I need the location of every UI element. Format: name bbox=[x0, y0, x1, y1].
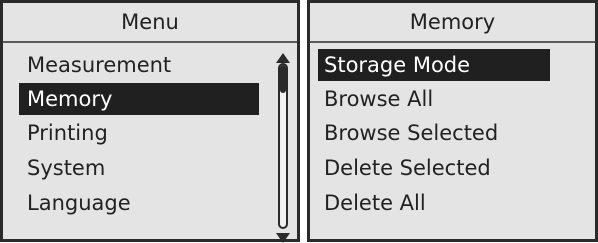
scroll-thumb[interactable] bbox=[280, 65, 286, 93]
scroll-up-arrow-icon[interactable] bbox=[276, 53, 290, 63]
menu-item-printing[interactable]: Printing bbox=[19, 117, 259, 149]
menu-item-system[interactable]: System bbox=[19, 152, 259, 184]
menu-scrollbar[interactable] bbox=[275, 53, 291, 243]
memory-item-storage-mode[interactable]: Storage Mode bbox=[318, 49, 550, 81]
menu-item-measurement[interactable]: Measurement bbox=[19, 49, 259, 81]
menu-panel: Menu Measurement Memory Printing System … bbox=[0, 0, 300, 243]
memory-item-delete-selected[interactable]: Delete Selected bbox=[318, 152, 550, 184]
menu-item-language[interactable]: Language bbox=[19, 187, 259, 219]
memory-item-delete-all[interactable]: Delete All bbox=[318, 187, 550, 219]
memory-title: Memory bbox=[310, 3, 595, 43]
memory-panel: Memory Storage Mode Browse All Browse Se… bbox=[307, 0, 598, 242]
scroll-track[interactable] bbox=[278, 63, 288, 229]
menu-title: Menu bbox=[3, 3, 297, 43]
menu-item-memory[interactable]: Memory bbox=[19, 83, 259, 115]
memory-item-browse-all[interactable]: Browse All bbox=[318, 83, 550, 115]
memory-item-browse-selected[interactable]: Browse Selected bbox=[318, 117, 550, 149]
